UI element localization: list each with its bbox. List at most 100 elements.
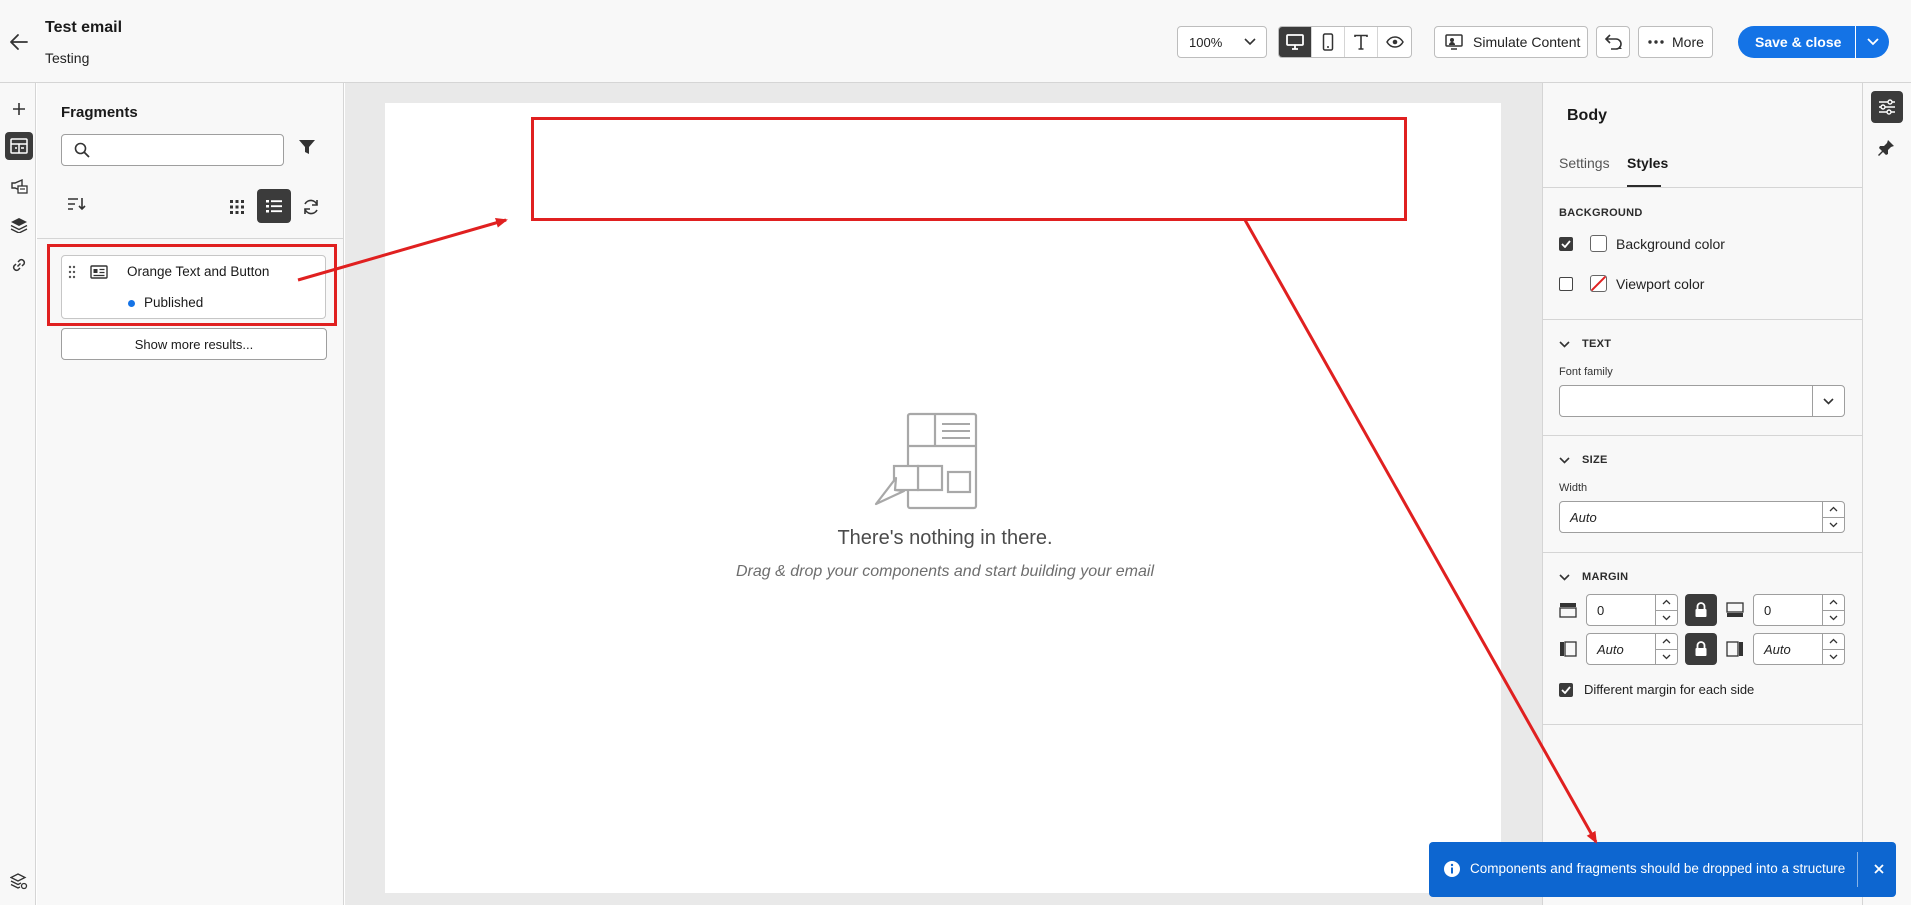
save-close-button[interactable]: Save & close [1738,26,1855,58]
margin-right-icon [1726,641,1743,657]
close-icon[interactable] [1868,858,1890,880]
margin-horizontal-lock-button[interactable] [1685,633,1717,665]
fragments-button[interactable] [5,132,33,160]
decrement-button[interactable] [1823,518,1844,533]
margin-right-field[interactable]: Auto [1753,633,1845,665]
viewport-color-checkbox[interactable] [1559,277,1573,291]
margin-section-heading: MARGIN [1582,571,1629,583]
sort-icon [68,198,86,211]
divider [1543,319,1863,320]
margin-vertical-lock-button[interactable] [1685,594,1717,626]
fragments-panel: Fragments Orange Text and Button Publish… [37,83,344,905]
chevron-down-icon [1559,340,1570,348]
margin-right-value: Auto [1764,642,1791,657]
refresh-icon [304,199,318,215]
pin-button[interactable] [1875,137,1897,159]
size-section-heading: SIZE [1582,454,1608,466]
add-component-button[interactable] [5,95,33,123]
background-color-swatch[interactable] [1590,235,1607,252]
margin-bottom-stepper[interactable] [1822,595,1844,625]
margin-top-stepper[interactable] [1655,595,1677,625]
margin-bottom-field[interactable]: 0 [1753,594,1845,626]
search-box[interactable] [61,134,284,166]
width-value: Auto [1570,510,1597,525]
font-family-select[interactable] [1559,385,1845,417]
tab-settings[interactable]: Settings [1559,155,1610,171]
preview-button[interactable] [1378,27,1411,57]
save-button-group: Save & close [1738,26,1890,58]
back-arrow-icon[interactable] [8,31,30,53]
left-toolbar [0,83,36,905]
list-icon [266,200,282,213]
chevron-down-icon [1823,397,1834,405]
text-view-button[interactable] [1345,27,1378,57]
annotation-drop-target-box [531,117,1407,221]
more-button[interactable]: More [1638,26,1713,58]
show-more-button[interactable]: Show more results... [61,328,327,360]
info-icon [1444,861,1460,877]
margin-top-field[interactable]: 0 [1586,594,1678,626]
size-section-toggle[interactable]: SIZE [1559,454,1608,466]
links-button[interactable] [5,251,33,279]
viewport-color-label: Viewport color [1616,276,1705,292]
app-header: Test email Testing 100% Simulate Content… [0,0,1911,83]
margin-left-field[interactable]: Auto [1586,633,1678,665]
list-view-button[interactable] [257,189,291,223]
font-family-dropdown[interactable] [1812,386,1844,416]
layers-settings-icon [10,873,28,890]
sort-button[interactable] [67,196,87,212]
right-toolbar [1862,83,1911,905]
background-color-checkbox[interactable] [1559,237,1573,251]
mobile-icon [1322,33,1334,51]
view-mode-group [1278,26,1412,58]
increment-button[interactable] [1823,502,1844,518]
width-field[interactable]: Auto [1559,501,1845,533]
layers-icon [10,218,28,233]
undo-button[interactable] [1596,26,1630,58]
decrement-button[interactable] [1656,611,1677,626]
tab-styles[interactable]: Styles [1627,155,1668,171]
margin-left-stepper[interactable] [1655,634,1677,664]
zoom-select[interactable]: 100% [1177,26,1267,58]
grid-view-button[interactable] [225,195,249,219]
text-icon [1354,34,1368,50]
simulate-content-label: Simulate Content [1473,34,1581,50]
margin-bottom-value: 0 [1764,603,1772,618]
decrement-button[interactable] [1823,611,1844,626]
eye-icon [1385,36,1404,48]
fragments-icon [10,138,28,154]
checkmark-icon [1561,240,1571,248]
margin-bottom-icon [1726,602,1744,617]
undo-icon [1604,34,1622,50]
viewport-color-swatch[interactable] [1590,275,1607,292]
text-section-toggle[interactable]: TEXT [1559,338,1611,350]
margin-right-stepper[interactable] [1822,634,1844,664]
increment-button[interactable] [1823,595,1844,611]
margin-section-toggle[interactable]: MARGIN [1559,571,1628,583]
zoom-value: 100% [1189,34,1223,50]
properties-toggle-button[interactable] [1871,91,1903,123]
grid-icon [230,200,244,214]
empty-state-title: There's nothing in there. [837,527,1053,549]
assets-button[interactable] [5,172,33,200]
decrement-button[interactable] [1656,650,1677,665]
decrement-button[interactable] [1823,650,1844,665]
filter-button[interactable] [298,138,320,162]
refresh-button[interactable] [299,195,323,219]
simulate-content-button[interactable]: Simulate Content [1434,26,1588,58]
chevron-down-icon [1559,456,1570,464]
different-margin-checkbox[interactable] [1559,683,1573,697]
save-options-button[interactable] [1855,26,1889,58]
increment-button[interactable] [1656,595,1677,611]
increment-button[interactable] [1823,634,1844,650]
layers-button[interactable] [5,211,33,239]
more-dots-icon [1648,40,1664,44]
layers-bottom-button[interactable] [5,868,33,896]
empty-state-illustration [874,412,978,510]
toast-message: Components and fragments should be dropp… [1470,861,1846,876]
mobile-view-button[interactable] [1312,27,1345,57]
search-input[interactable] [100,141,275,159]
increment-button[interactable] [1656,634,1677,650]
desktop-view-button[interactable] [1279,27,1312,57]
width-stepper[interactable] [1822,502,1844,532]
